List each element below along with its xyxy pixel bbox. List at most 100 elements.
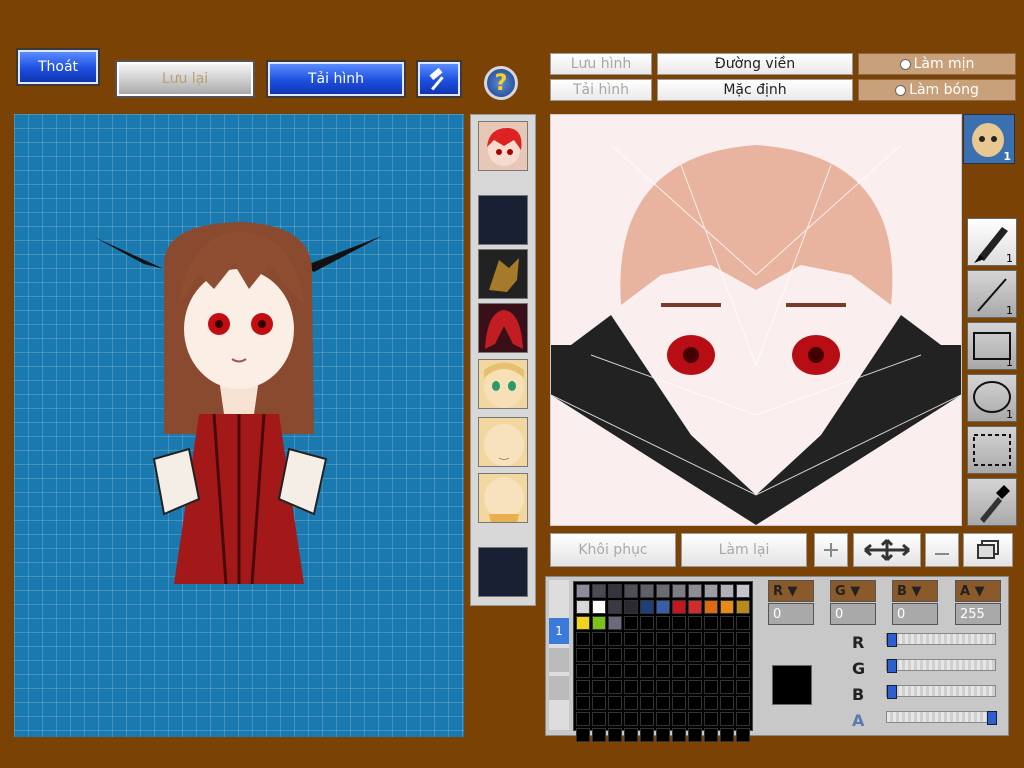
palette-swatch[interactable] — [576, 696, 590, 710]
hammer-button[interactable] — [416, 60, 462, 98]
palette-swatch[interactable] — [640, 632, 654, 646]
palette-swatch[interactable] — [688, 680, 702, 694]
palette-swatch[interactable] — [688, 584, 702, 598]
palette-swatch[interactable] — [688, 696, 702, 710]
load-image-button[interactable]: Tải hình — [550, 79, 652, 101]
channel-r-value[interactable]: 0 — [768, 603, 814, 625]
palette-swatch[interactable] — [640, 600, 654, 614]
part-body-blank[interactable] — [478, 473, 528, 523]
palette-swatch[interactable] — [592, 600, 606, 614]
palette-swatch[interactable] — [720, 584, 734, 598]
zoom-in-button[interactable] — [814, 533, 848, 567]
character-preview[interactable] — [14, 114, 464, 737]
channel-b-value[interactable]: 0 — [892, 603, 938, 625]
palette-swatch[interactable] — [704, 600, 718, 614]
palette-swatch[interactable] — [640, 616, 654, 630]
palette-swatch[interactable] — [592, 664, 606, 678]
part-face-green-eyes[interactable] — [478, 359, 528, 409]
zoom-out-button[interactable] — [925, 533, 959, 567]
palette-swatch[interactable] — [736, 712, 750, 726]
palette-swatch[interactable] — [704, 648, 718, 662]
palette-grid[interactable] — [573, 581, 753, 742]
palette-swatch[interactable] — [736, 728, 750, 742]
palette-swatch[interactable] — [592, 632, 606, 646]
palette-swatch[interactable] — [624, 632, 638, 646]
slider-g[interactable] — [886, 659, 996, 673]
palette-swatch[interactable] — [704, 696, 718, 710]
part-dragon-thumbnail[interactable] — [478, 249, 528, 299]
palette-swatch[interactable] — [608, 648, 622, 662]
channel-b-header[interactable]: B ▼ — [892, 580, 938, 602]
palette-swatch[interactable] — [736, 680, 750, 694]
palette-swatch[interactable] — [720, 680, 734, 694]
palette-swatch[interactable] — [720, 696, 734, 710]
palette-swatch[interactable] — [592, 648, 606, 662]
palette-swatch[interactable] — [608, 632, 622, 646]
palette-swatch[interactable] — [592, 696, 606, 710]
palette-swatch[interactable] — [640, 696, 654, 710]
palette-swatch[interactable] — [672, 696, 686, 710]
palette-swatch[interactable] — [624, 664, 638, 678]
palette-tab-1[interactable]: 1 — [549, 618, 569, 644]
palette-swatch[interactable] — [592, 616, 606, 630]
rectangle-tool[interactable]: 1 — [967, 322, 1017, 370]
palette-swatch[interactable] — [720, 632, 734, 646]
palette-swatch[interactable] — [736, 648, 750, 662]
move-button[interactable] — [853, 533, 921, 567]
eyedropper-tool[interactable] — [967, 478, 1017, 526]
palette-swatch[interactable] — [624, 600, 638, 614]
palette-swatch[interactable] — [736, 664, 750, 678]
palette-swatch[interactable] — [672, 680, 686, 694]
palette-swatch[interactable] — [688, 600, 702, 614]
palette-swatch[interactable] — [720, 616, 734, 630]
palette-swatch[interactable] — [688, 616, 702, 630]
palette-swatch[interactable] — [704, 680, 718, 694]
palette-swatch[interactable] — [576, 632, 590, 646]
slider-g-knob[interactable] — [887, 659, 897, 673]
palette-swatch[interactable] — [672, 600, 686, 614]
palette-swatch[interactable] — [672, 616, 686, 630]
palette-swatch[interactable] — [736, 632, 750, 646]
palette-swatch[interactable] — [720, 728, 734, 742]
palette-swatch[interactable] — [672, 712, 686, 726]
palette-swatch[interactable] — [624, 584, 638, 598]
palette-swatch[interactable] — [640, 728, 654, 742]
palette-swatch[interactable] — [608, 600, 622, 614]
palette-swatch[interactable] — [608, 712, 622, 726]
palette-swatch[interactable] — [656, 632, 670, 646]
redo-button[interactable]: Làm lại — [681, 533, 807, 567]
palette-swatch[interactable] — [640, 712, 654, 726]
channel-a-value[interactable]: 255 — [955, 603, 1001, 625]
part-empty-slot[interactable] — [478, 195, 528, 245]
shine-option[interactable]: Làm bóng — [858, 79, 1016, 101]
slider-a[interactable] — [886, 711, 997, 725]
slider-r[interactable] — [886, 633, 996, 647]
palette-swatch[interactable] — [688, 664, 702, 678]
palette-swatch[interactable] — [672, 728, 686, 742]
channel-a-header[interactable]: A ▼ — [955, 580, 1001, 602]
ellipse-tool[interactable]: 1 — [967, 374, 1017, 422]
channel-g-header[interactable]: G ▼ — [830, 580, 876, 602]
palette-swatch[interactable] — [592, 712, 606, 726]
palette-swatch[interactable] — [736, 584, 750, 598]
palette-swatch[interactable] — [672, 632, 686, 646]
palette-swatch[interactable] — [672, 664, 686, 678]
palette-swatch[interactable] — [624, 696, 638, 710]
palette-swatch[interactable] — [624, 648, 638, 662]
palette-tab-3[interactable] — [549, 676, 569, 700]
palette-swatch[interactable] — [736, 696, 750, 710]
load-button[interactable]: Tải hình — [266, 60, 406, 98]
palette-swatch[interactable] — [736, 616, 750, 630]
channel-g-value[interactable]: 0 — [830, 603, 876, 625]
palette-swatch[interactable] — [576, 584, 590, 598]
select-tool[interactable] — [967, 426, 1017, 474]
palette-swatch[interactable] — [704, 712, 718, 726]
slider-r-knob[interactable] — [887, 633, 897, 647]
palette-swatch[interactable] — [576, 600, 590, 614]
palette-swatch[interactable] — [720, 664, 734, 678]
palette-swatch[interactable] — [656, 616, 670, 630]
palette-swatch[interactable] — [608, 664, 622, 678]
line-tool[interactable]: 1 — [967, 270, 1017, 318]
help-button[interactable]: ? — [484, 66, 518, 100]
palette-swatch[interactable] — [656, 712, 670, 726]
